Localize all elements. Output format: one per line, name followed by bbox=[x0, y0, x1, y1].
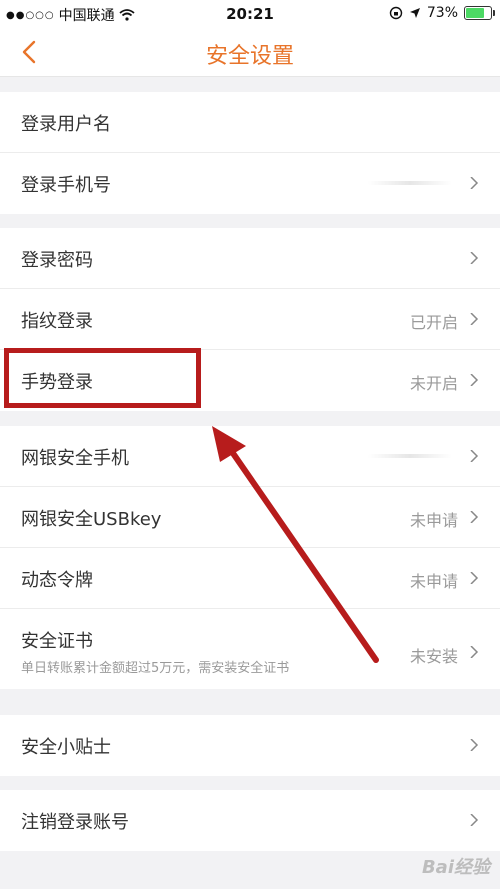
page-title: 安全设置 bbox=[205, 44, 294, 69]
row-dynamic-token[interactable]: 动态令牌 未申请 bbox=[0, 548, 500, 609]
battery-tip bbox=[493, 10, 495, 16]
row-label: 指纹登录 bbox=[21, 311, 93, 332]
chevron-right-icon bbox=[470, 572, 479, 584]
row-label: 登录密码 bbox=[21, 250, 93, 271]
group-deregister: 注销登录账号 bbox=[0, 790, 500, 851]
row-label: 网银安全USBkey bbox=[21, 509, 162, 530]
chevron-right-icon bbox=[470, 313, 479, 325]
row-login-password[interactable]: 登录密码 bbox=[0, 228, 500, 289]
row-login-username[interactable]: 登录用户名 bbox=[0, 92, 500, 153]
battery-percent: 73% bbox=[426, 5, 458, 21]
row-status: 已开启 bbox=[409, 313, 458, 332]
battery-fill bbox=[466, 8, 484, 18]
annotation-highlight-box bbox=[4, 348, 201, 408]
row-login-phone[interactable]: 登录手机号 bbox=[0, 153, 500, 214]
row-deregister-account[interactable]: 注销登录账号 bbox=[0, 790, 500, 851]
row-fingerprint-login[interactable]: 指纹登录 已开启 bbox=[0, 289, 500, 350]
watermark: Bai经验 bbox=[421, 857, 490, 878]
row-status: 未安装 bbox=[409, 647, 458, 666]
row-label: 登录用户名 bbox=[21, 114, 111, 135]
status-bar: ●●○○○ 中国联通 20:21 73% bbox=[0, 0, 500, 28]
chevron-right-icon bbox=[470, 814, 479, 826]
row-security-phone[interactable]: 网银安全手机 bbox=[0, 426, 500, 487]
row-status: 未申请 bbox=[409, 572, 458, 591]
chevron-right-icon bbox=[470, 511, 479, 523]
chevron-right-icon bbox=[470, 177, 479, 189]
row-label: 网银安全手机 bbox=[21, 448, 129, 469]
group-online-banking: 网银安全手机 网银安全USBkey 未申请 动态令牌 未申请 安全证书 单日转账… bbox=[0, 426, 500, 689]
row-security-usbkey[interactable]: 网银安全USBkey 未申请 bbox=[0, 487, 500, 548]
battery-icon bbox=[464, 6, 495, 20]
masked-value bbox=[368, 181, 452, 185]
masked-value bbox=[368, 454, 452, 458]
chevron-right-icon bbox=[470, 450, 479, 462]
row-label: 注销登录账号 bbox=[21, 812, 129, 833]
group-account: 登录用户名 登录手机号 bbox=[0, 92, 500, 214]
group-tips: 安全小贴士 bbox=[0, 715, 500, 776]
row-description: 单日转账累计金额超过5万元，需安装安全证书 bbox=[21, 661, 290, 676]
row-security-tips[interactable]: 安全小贴士 bbox=[0, 715, 500, 776]
chevron-right-icon bbox=[470, 374, 479, 386]
row-label: 动态令牌 bbox=[21, 570, 93, 591]
row-status: 未申请 bbox=[409, 511, 458, 530]
location-arrow-icon bbox=[409, 8, 420, 18]
row-label: 安全证书 bbox=[21, 631, 93, 652]
chevron-right-icon bbox=[470, 739, 479, 751]
row-label: 安全小贴士 bbox=[21, 737, 111, 758]
row-status: 未开启 bbox=[409, 374, 458, 393]
row-security-certificate[interactable]: 安全证书 单日转账累计金额超过5万元，需安装安全证书 未安装 bbox=[0, 609, 500, 689]
row-label: 登录手机号 bbox=[21, 175, 111, 196]
rotation-lock-icon bbox=[389, 6, 403, 20]
nav-bar: 安全设置 bbox=[0, 28, 500, 77]
chevron-right-icon bbox=[470, 646, 479, 658]
chevron-right-icon bbox=[470, 252, 479, 264]
status-right: 73% bbox=[389, 5, 495, 21]
